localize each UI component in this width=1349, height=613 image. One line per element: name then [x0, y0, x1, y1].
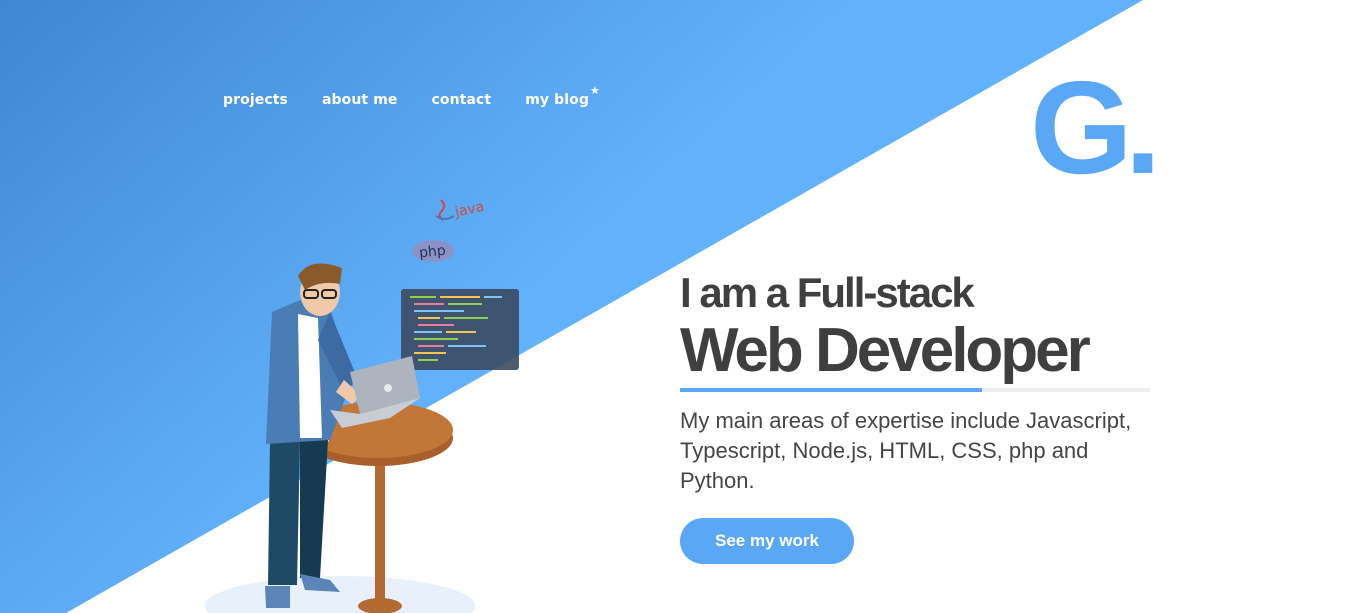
nav-link-my-blog[interactable]: my blog ★ — [525, 84, 600, 108]
nav-link-contact[interactable]: contact — [431, 92, 491, 108]
see-my-work-button[interactable]: See my work — [680, 518, 854, 564]
nav-link-projects[interactable]: projects — [223, 92, 288, 108]
nav-link-my-blog-label: my blog — [525, 92, 589, 108]
hero-tagline: I am a Full-stack — [680, 269, 975, 316]
site-logo[interactable]: G. — [1030, 62, 1161, 194]
main-nav: projects about me contact my blog ★ — [223, 84, 600, 108]
star-icon: ★ — [589, 84, 600, 97]
hero-description: My main areas of expertise include Javas… — [680, 408, 1132, 493]
title-underline-accent — [680, 388, 982, 392]
title-underline — [680, 388, 1150, 392]
nav-link-about-me[interactable]: about me — [322, 92, 398, 108]
hero-title: Web Developer — [680, 316, 1091, 385]
hero-intro: I am a Full-stack Web Developer My main … — [680, 272, 1150, 496]
